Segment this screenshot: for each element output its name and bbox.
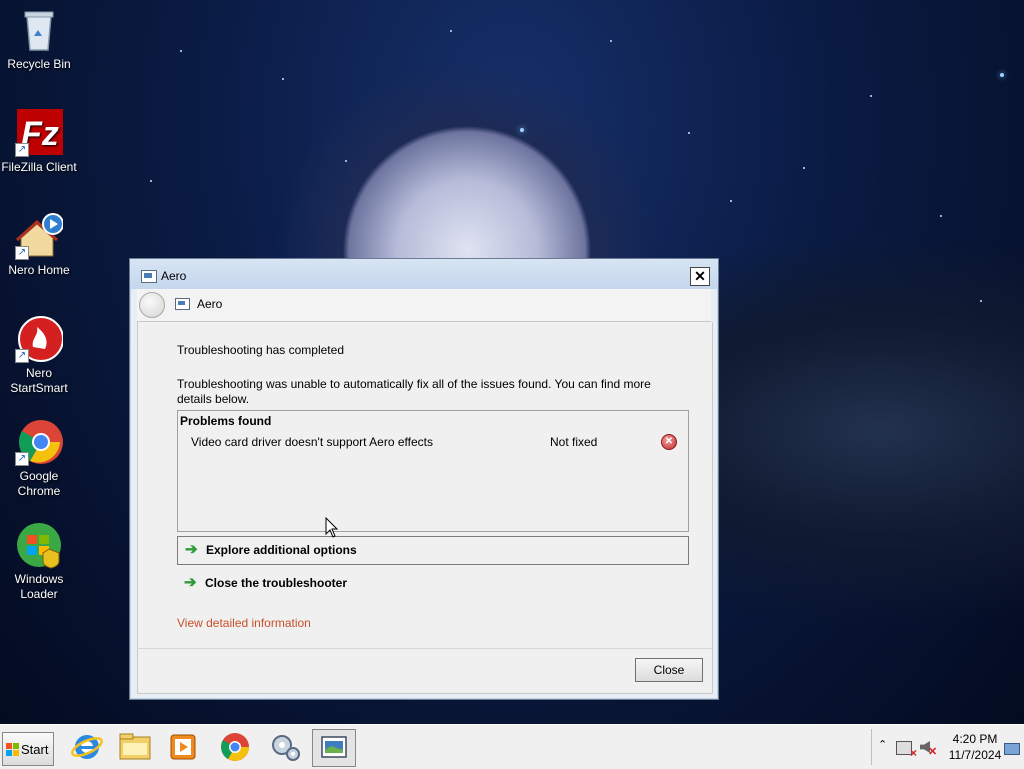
desktop-icon-label: Nero Home <box>8 263 70 277</box>
window-title: Aero <box>161 269 187 283</box>
aero-window-icon <box>175 298 190 310</box>
media-player-icon <box>170 734 196 760</box>
close-button[interactable]: Close <box>635 658 703 682</box>
status-description: Troubleshooting was unable to automatica… <box>177 377 651 406</box>
taskbar-aero-window[interactable] <box>312 729 356 767</box>
back-button[interactable] <box>139 292 165 318</box>
desktop-icon-label: Google Chrome <box>17 469 61 498</box>
aero-window-icon <box>321 736 347 758</box>
problems-found-panel: Problems found Video card driver doesn't… <box>177 410 689 532</box>
taskbar: Start ⌃ × ✕ 4:20 PM 11/7/2024 <box>0 724 1024 769</box>
desktop-icon-label: Nero StartSmart <box>10 366 68 395</box>
taskbar-chrome[interactable] <box>214 729 256 765</box>
clock-time[interactable]: 4:20 PM <box>950 732 1000 746</box>
option-label: Close the troubleshooter <box>205 576 348 590</box>
mouse-cursor-icon <box>325 516 339 542</box>
wizard-content: Troubleshooting has completed Troublesho… <box>137 322 713 648</box>
nav-title: Aero <box>197 297 223 311</box>
start-label: Start <box>21 742 49 757</box>
file-explorer-icon <box>119 733 151 760</box>
taskbar-media-player[interactable] <box>162 729 204 765</box>
nero-home-icon: ↗ <box>15 212 64 260</box>
problems-heading: Problems found <box>180 414 272 428</box>
clock-date[interactable]: 11/7/2024 <box>944 748 1006 762</box>
window-titlebar[interactable]: Aero ✕ <box>130 259 718 289</box>
taskbar-file-explorer[interactable] <box>114 729 156 765</box>
shortcut-arrow-icon: ↗ <box>15 246 29 260</box>
desktop-icon-windows-loader[interactable]: Windows Loader <box>0 521 78 602</box>
start-button[interactable]: Start <box>2 732 54 766</box>
show-hidden-icons-chevron-icon[interactable]: ⌃ <box>878 738 887 751</box>
close-troubleshooter-link[interactable]: ➔ Close the troubleshooter <box>177 570 687 597</box>
error-icon: ✕ <box>661 434 677 450</box>
aero-window-icon <box>141 270 157 283</box>
problem-name: Video card driver doesn't support Aero e… <box>191 435 433 449</box>
chrome-icon <box>221 733 249 761</box>
green-arrow-icon: ➔ <box>184 574 197 591</box>
desktop-icon-google-chrome[interactable]: ↗ Google Chrome <box>0 418 78 499</box>
desktop-icon-label: Recycle Bin <box>7 57 71 71</box>
show-desktop-icon[interactable] <box>1004 743 1020 755</box>
option-label: Explore additional options <box>206 543 357 557</box>
desktop-icon-filezilla[interactable]: Fz ↗ FileZilla Client <box>0 109 78 175</box>
troubleshooter-window: Aero ✕ Aero Troubleshooting has complete… <box>129 258 719 700</box>
desktop-icon-label: FileZilla Client <box>1 160 77 174</box>
window-footer: Close <box>137 648 713 694</box>
volume-muted-icon: ✕ <box>928 746 938 758</box>
troubleshooter-icon <box>272 735 300 761</box>
shortcut-arrow-icon: ↗ <box>15 452 29 466</box>
windows-logo-icon <box>6 743 19 756</box>
desktop-icon-nero-startsmart[interactable]: ↗ Nero StartSmart <box>0 315 78 396</box>
windows-loader-icon <box>15 521 63 569</box>
explore-additional-options-link[interactable]: ➔ Explore additional options <box>177 536 689 565</box>
recycle-bin-icon <box>15 6 63 54</box>
green-arrow-icon: ➔ <box>185 541 198 558</box>
internet-explorer-icon <box>71 735 103 759</box>
shortcut-arrow-icon: ↗ <box>15 349 29 363</box>
problem-status: Not fixed <box>550 435 598 449</box>
chrome-icon: ↗ <box>15 418 63 466</box>
shortcut-arrow-icon: ↗ <box>15 143 29 157</box>
desktop-icon-nero-home[interactable]: ↗ Nero Home <box>0 212 78 278</box>
window-close-button[interactable]: ✕ <box>690 267 710 286</box>
status-heading: Troubleshooting has completed <box>177 343 344 357</box>
navigation-bar: Aero <box>137 289 711 322</box>
nero-startsmart-icon: ↗ <box>15 315 64 363</box>
taskbar-troubleshooter[interactable] <box>264 729 306 765</box>
desktop-icon-recycle-bin[interactable]: Recycle Bin <box>0 6 78 72</box>
network-disconnected-icon[interactable] <box>896 741 917 760</box>
desktop-icon-label: Windows Loader <box>14 572 64 601</box>
filezilla-icon: Fz ↗ <box>15 109 63 157</box>
view-detailed-information-link[interactable]: View detailed information <box>177 616 311 630</box>
taskbar-internet-explorer[interactable] <box>66 729 108 765</box>
system-tray: ⌃ ✕ 4:20 PM 11/7/2024 <box>871 729 1024 765</box>
